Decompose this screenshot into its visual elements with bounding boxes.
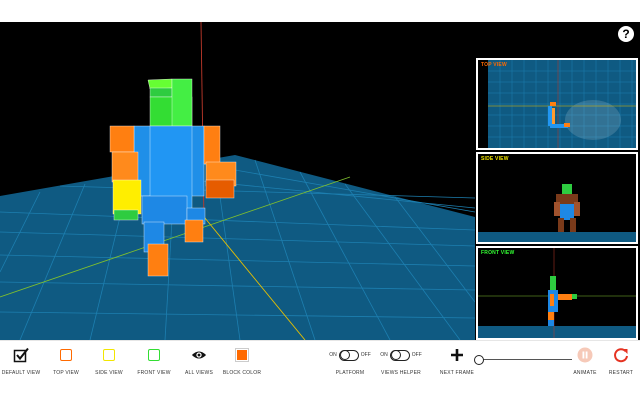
plus-icon [449,347,465,363]
block-color-label: BLOCK COLOR [222,370,262,376]
views-helper-label: VIEWS HELPER [381,370,421,376]
checkbox-check-icon [13,347,29,363]
next-frame-label: NEXT FRAME [439,370,475,376]
top-view-panel[interactable]: TOP VIEW [476,58,638,150]
platform-on-label: ON [329,352,337,358]
front-view-panel[interactable]: FRONT VIEW [476,246,638,340]
top-view-button-label: TOP VIEW [53,370,79,376]
top-view-button[interactable]: TOP VIEW [48,347,84,376]
restart-icon [613,347,629,363]
views-helper-switch-knob [390,350,401,360]
top-view-canvas [488,60,636,148]
restart-button[interactable]: RESTART [604,347,638,376]
all-views-button[interactable]: ALL VIEWS [180,347,218,376]
frame-slider-thumb[interactable] [474,355,484,365]
main-3d-view[interactable] [0,22,475,340]
views-helper-switch[interactable] [389,349,410,361]
restart-label: RESTART [608,370,634,376]
top-view-label: TOP VIEW [481,62,507,68]
platform-switch[interactable] [338,349,359,361]
default-view-label: DEFAULT VIEW [1,370,41,376]
orange-square-icon [58,347,74,363]
yellow-square-icon [101,347,117,363]
top-bar [0,0,640,22]
platform-toggle-row: ON OFF [329,347,371,363]
platform-floor [0,155,475,340]
front-view-button[interactable]: FRONT VIEW [133,347,175,376]
frame-slider-track [478,359,572,360]
next-frame-button[interactable]: NEXT FRAME [438,347,476,376]
views-helper-on-label: ON [380,352,388,358]
side-view-figure [554,184,580,232]
frame-slider[interactable] [474,355,572,365]
color-swatch-icon [234,347,250,363]
bottom-toolbar: DEFAULT VIEW TOP VIEW SIDE VIEW FRONT VI… [0,340,640,400]
views-helper-toggle[interactable]: ON OFF VIEWS HELPER [380,347,422,376]
help-button[interactable]: ? [618,26,634,42]
green-square-icon [146,347,162,363]
side-view-button[interactable]: SIDE VIEW [91,347,127,376]
platform-off-label: OFF [360,352,371,358]
pause-icon [577,347,593,363]
eye-icon [191,347,207,363]
platform-label: PLATFORM [335,370,365,376]
side-view-button-label: SIDE VIEW [95,370,123,376]
platform-toggle[interactable]: ON OFF PLATFORM [329,347,371,376]
front-view-button-label: FRONT VIEW [137,370,171,376]
view-panels: TOP VIEW SIDE VIEW FRONT VIEW [476,58,638,340]
views-helper-off-label: OFF [411,352,422,358]
platform-switch-knob [339,350,350,360]
block-color-button[interactable]: BLOCK COLOR [222,347,262,376]
scene-stage[interactable]: ? TOP VIEW SIDE VIEW FRONT VIEW [0,22,640,340]
side-view-label: SIDE VIEW [481,156,509,162]
all-views-label: ALL VIEWS [184,370,213,376]
animate-label: ANIMATE [573,370,597,376]
default-view-button[interactable]: DEFAULT VIEW [2,347,40,376]
side-view-panel[interactable]: SIDE VIEW [476,152,638,244]
side-view-canvas [478,184,636,242]
views-helper-toggle-row: ON OFF [380,347,422,363]
front-view-canvas [478,248,636,338]
front-view-label: FRONT VIEW [481,250,515,256]
animate-button[interactable]: ANIMATE [568,347,602,376]
front-view-figure [548,276,577,326]
